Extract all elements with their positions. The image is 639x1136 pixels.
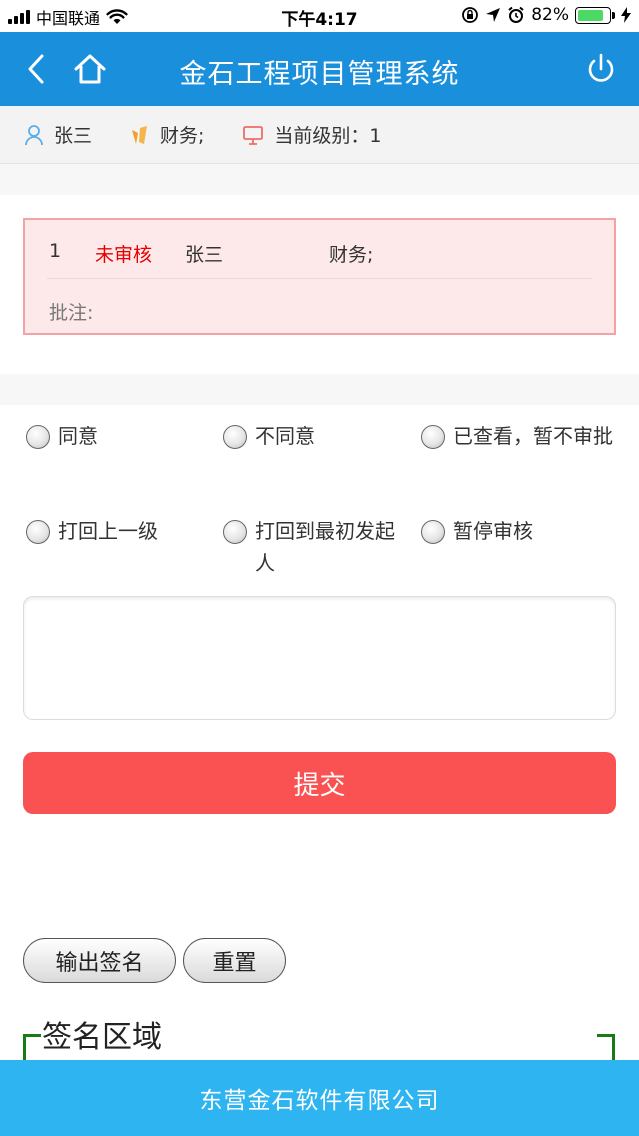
charging-icon <box>621 7 631 23</box>
user-name-item: 张三 <box>24 121 92 148</box>
option-disagree-label: 不同意 <box>255 424 315 448</box>
option-return-initiator[interactable]: 打回到最初发起人 <box>223 515 413 579</box>
card-divider <box>47 278 592 279</box>
user-role: 财务; <box>160 125 205 147</box>
option-viewed-pending-label: 已查看，暂不审批 <box>453 424 613 448</box>
approval-record-card: 1 未审核 张三 财务; 批注: <box>23 218 616 335</box>
radio-return-initiator[interactable] <box>223 520 247 544</box>
option-return-previous-label: 打回上一级 <box>58 519 158 543</box>
battery-percent: 82% <box>531 5 569 25</box>
record-index: 1 <box>49 240 62 262</box>
record-status: 未审核 <box>95 244 153 266</box>
rotation-lock-icon <box>462 7 479 23</box>
option-disagree[interactable]: 不同意 <box>223 420 413 452</box>
section-spacer <box>0 374 639 405</box>
option-agree[interactable]: 同意 <box>26 420 216 452</box>
radio-viewed-pending[interactable] <box>421 425 445 449</box>
option-pause-review[interactable]: 暂停审核 <box>421 515 616 547</box>
radio-pause-review[interactable] <box>421 520 445 544</box>
role-icon <box>132 125 148 144</box>
app-header: 金石工程项目管理系统 <box>0 32 639 106</box>
user-icon <box>25 124 43 145</box>
user-info-bar: 张三 财务; 当前级别：1 <box>0 106 639 164</box>
submit-button[interactable]: 提交 <box>23 752 616 814</box>
battery-fill <box>578 9 603 21</box>
power-icon[interactable] <box>583 50 619 88</box>
user-name: 张三 <box>54 125 93 147</box>
option-agree-label: 同意 <box>58 424 98 448</box>
record-note-label: 批注: <box>49 302 94 324</box>
option-pause-review-label: 暂停审核 <box>453 519 533 543</box>
radio-return-previous[interactable] <box>26 520 50 544</box>
radio-agree[interactable] <box>26 425 50 449</box>
signature-area-title: 签名区域 <box>42 1020 162 1055</box>
footer-bar: 东营金石软件有限公司 <box>0 1060 639 1136</box>
alarm-icon <box>508 6 524 23</box>
user-role-item: 财务; <box>130 121 204 148</box>
footer-company: 东营金石软件有限公司 <box>199 1088 440 1114</box>
monitor-icon <box>243 125 264 145</box>
section-spacer <box>0 164 639 195</box>
option-viewed-pending[interactable]: 已查看，暂不审批 <box>421 420 616 452</box>
location-icon <box>486 8 501 22</box>
reset-signature-button[interactable]: 重置 <box>183 938 286 983</box>
radio-disagree[interactable] <box>223 425 247 449</box>
page-title: 金石工程项目管理系统 <box>179 59 460 90</box>
option-return-initiator-label: 打回到最初发起人 <box>255 519 395 575</box>
status-right: 82% <box>461 5 631 25</box>
user-level-item: 当前级别：1 <box>242 121 382 148</box>
output-signature-button[interactable]: 输出签名 <box>23 938 176 983</box>
record-name: 张三 <box>185 244 224 266</box>
battery-icon <box>575 6 615 24</box>
record-role: 财务; <box>329 244 374 266</box>
status-bar: 中国联通 下午4:17 82% <box>0 0 639 32</box>
remark-input[interactable] <box>23 596 616 720</box>
user-level: 当前级别：1 <box>274 125 382 147</box>
page: 中国联通 下午4:17 82% 金石工程项目管理系统 张三 财务; 当前级别：1… <box>0 0 639 1136</box>
option-return-previous[interactable]: 打回上一级 <box>26 515 216 547</box>
